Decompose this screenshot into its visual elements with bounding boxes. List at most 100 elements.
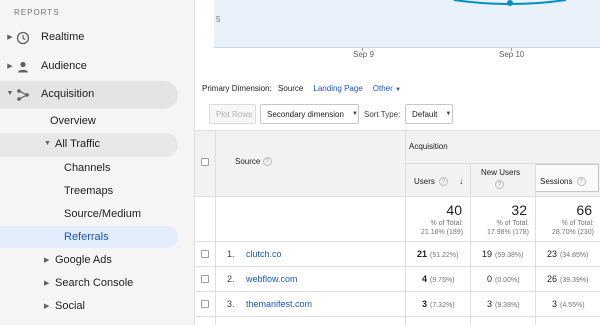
- expand-caret-icon: ▶: [44, 280, 50, 287]
- sessions-value: 23: [547, 249, 558, 259]
- sessions-total: 66: [576, 202, 592, 218]
- source-link[interactable]: clutch.co: [246, 249, 282, 259]
- help-icon[interactable]: ?: [439, 177, 449, 187]
- sessions-cell: 26 (39.39%): [547, 274, 588, 284]
- sidebar-item-label: Channels: [64, 162, 111, 174]
- row-number: 1.: [227, 249, 235, 259]
- secondary-dimension-select[interactable]: Secondary dimension ▼: [260, 104, 359, 124]
- sidebar-item-realtime[interactable]: ▶ Realtime: [0, 25, 195, 51]
- sessions-total-pct-label: % of Total:: [561, 220, 594, 227]
- sidebar: REPORTS ▶ Realtime ▶ Audience ▼ Acquisit…: [0, 0, 195, 325]
- chart-y-tick: 5: [216, 15, 221, 24]
- sessions-column-header[interactable]: Sessions ?: [540, 177, 586, 187]
- x-tick-label: Sep 9: [353, 50, 374, 59]
- sidebar-item-all-traffic[interactable]: ▼ All Traffic: [0, 137, 195, 153]
- chevron-down-icon: ▼: [445, 111, 452, 117]
- primary-dimension-landing-page[interactable]: Landing Page: [313, 84, 362, 93]
- help-icon[interactable]: ?: [495, 180, 504, 190]
- users-pct: (51.22%): [430, 252, 459, 259]
- plot-rows-label: Plot Rows: [216, 109, 253, 119]
- sessions-total-pct-value: 28.70% (230): [551, 229, 594, 236]
- users-column-label: Users: [414, 177, 435, 186]
- source-column-label: Source: [235, 157, 261, 166]
- users-cell: 4 (9.76%): [422, 274, 455, 284]
- row-divider: [405, 163, 600, 164]
- source-column-header[interactable]: Source ?: [235, 157, 272, 167]
- plot-rows-button[interactable]: Plot Rows: [209, 104, 256, 124]
- sidebar-item-google-ads[interactable]: ▶ Google Ads: [0, 253, 195, 269]
- sidebar-item-label: Referrals: [64, 231, 109, 243]
- row-number: 2.: [227, 274, 235, 284]
- data-table: Acquisition Source ? Users ? ↓ New Users…: [195, 130, 600, 325]
- row-divider: [195, 196, 600, 197]
- new-users-value: 0: [487, 274, 493, 284]
- new-users-value: 19: [482, 249, 493, 259]
- chevron-down-icon: ▼: [395, 87, 401, 93]
- sessions-pct: (39.39%): [560, 277, 589, 284]
- sidebar-header: REPORTS: [14, 8, 60, 17]
- users-total-pct-label: % of Total:: [430, 220, 463, 227]
- source-link[interactable]: themanifest.com: [246, 299, 312, 309]
- secondary-dimension-label: Secondary dimension: [267, 109, 344, 119]
- new-users-pct: (0.00%): [495, 277, 520, 284]
- users-column-header[interactable]: Users ?: [414, 177, 449, 187]
- acquisition-icon: [17, 89, 29, 101]
- sidebar-item-referrals[interactable]: Referrals: [0, 230, 195, 246]
- source-link[interactable]: webflow.com: [246, 274, 298, 284]
- sidebar-item-label: Realtime: [41, 31, 85, 43]
- other-label: Other: [372, 84, 393, 93]
- new-users-cell: 19 (59.38%): [482, 249, 523, 259]
- sidebar-item-source-medium[interactable]: Source/Medium: [0, 207, 195, 223]
- sort-descending-arrow-icon[interactable]: ↓: [459, 176, 464, 186]
- sidebar-item-acquisition[interactable]: ▼ Acquisition: [0, 82, 195, 108]
- sidebar-item-search-console[interactable]: ▶ Search Console: [0, 276, 195, 292]
- sessions-value: 26: [547, 274, 558, 284]
- sidebar-item-label: Audience: [41, 60, 87, 72]
- sidebar-item-overview[interactable]: Overview: [0, 114, 195, 130]
- row-checkbox[interactable]: [201, 250, 209, 258]
- sidebar-item-label: Social: [55, 300, 85, 312]
- column-divider: [405, 130, 406, 325]
- new-users-pct: (9.38%): [495, 302, 520, 309]
- sessions-total-pct: % of Total: 28.70% (230): [536, 219, 594, 237]
- sidebar-item-channels[interactable]: Channels: [0, 161, 195, 177]
- sidebar-item-audience[interactable]: ▶ Audience: [0, 54, 195, 80]
- primary-dimension-other[interactable]: Other ▼: [373, 84, 401, 93]
- primary-dimension-bar: Primary Dimension: Source Landing Page O…: [202, 84, 401, 93]
- sessions-pct: (34.85%): [560, 252, 589, 259]
- select-all-checkbox[interactable]: [201, 158, 209, 166]
- column-divider: [535, 164, 536, 325]
- sidebar-item-social[interactable]: ▶ Social: [0, 299, 195, 315]
- users-pct: (7.32%): [430, 302, 455, 309]
- acquisition-group-header: Acquisition: [409, 142, 448, 151]
- primary-dimension-source[interactable]: Source: [278, 84, 303, 93]
- column-divider: [470, 164, 471, 325]
- expand-caret-icon: ▶: [44, 257, 50, 264]
- row-divider: [195, 316, 600, 317]
- column-divider: [215, 130, 216, 325]
- sort-type-label: Sort Type:: [364, 110, 401, 119]
- sidebar-item-label: Acquisition: [41, 88, 95, 100]
- row-divider: [195, 266, 600, 267]
- analytics-page: REPORTS ▶ Realtime ▶ Audience ▼ Acquisit…: [0, 0, 600, 325]
- users-total: 40: [446, 202, 462, 218]
- sessions-cell: 23 (34.85%): [547, 249, 588, 259]
- new-users-column-label: New Users: [481, 168, 521, 177]
- new-users-total-pct-value: 17.98% (178): [486, 229, 529, 236]
- sort-type-select[interactable]: Default ▼: [405, 104, 453, 124]
- row-checkbox[interactable]: [201, 275, 209, 283]
- help-icon[interactable]: ?: [262, 157, 272, 167]
- row-checkbox[interactable]: [201, 300, 209, 308]
- users-total-pct-value: 21.16% (189): [420, 229, 463, 236]
- sidebar-item-label: Google Ads: [55, 254, 112, 266]
- sidebar-item-label: All Traffic: [55, 138, 101, 150]
- users-value: 4: [422, 274, 428, 284]
- users-total-pct: % of Total: 21.16% (189): [407, 219, 463, 237]
- new-users-column-header[interactable]: New Users: [481, 168, 520, 177]
- new-users-value: 3: [487, 299, 493, 309]
- new-users-total-pct: % of Total: 17.98% (178): [471, 219, 529, 237]
- sidebar-item-treemaps[interactable]: Treemaps: [0, 184, 195, 200]
- sidebar-item-label: Overview: [50, 115, 96, 127]
- expand-caret-icon: ▶: [44, 303, 50, 310]
- help-icon[interactable]: ?: [576, 177, 586, 187]
